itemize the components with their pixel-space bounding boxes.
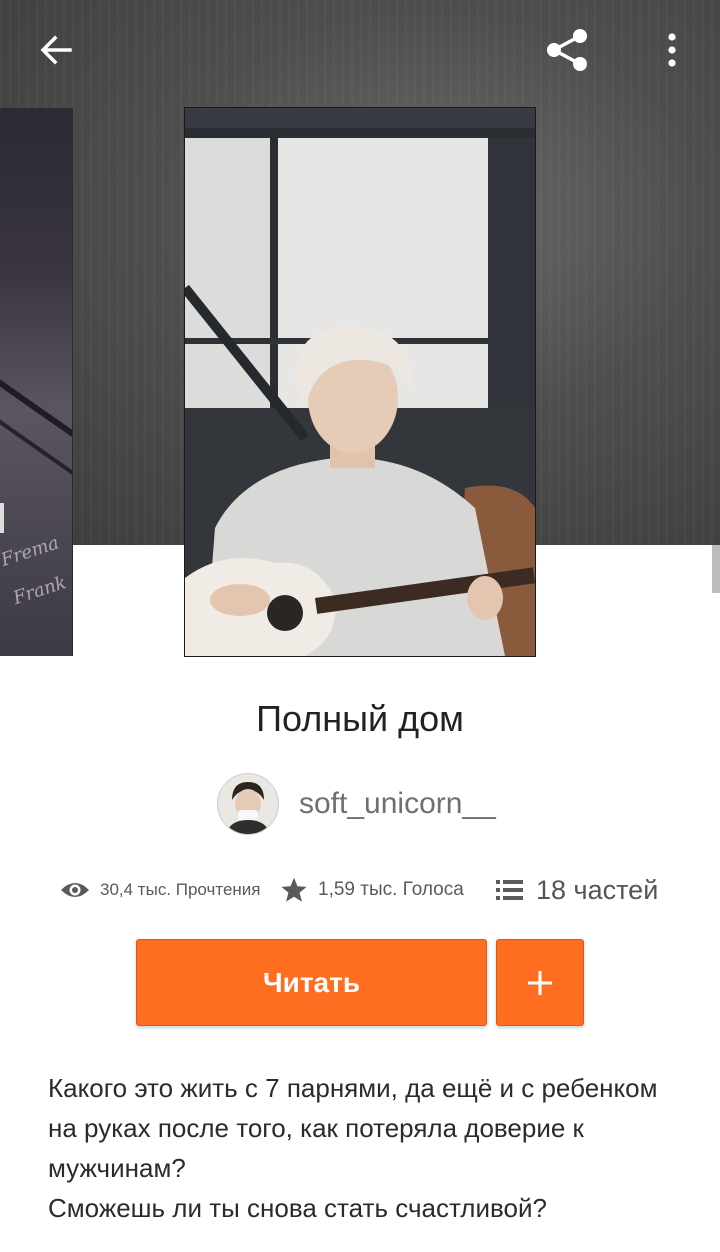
more-vertical-icon	[668, 33, 676, 67]
reads-stat: 30,4 тыс. Прочтения	[60, 866, 261, 914]
arrow-left-icon	[40, 35, 72, 65]
top-app-bar	[0, 0, 720, 100]
share-button[interactable]	[535, 18, 599, 82]
description-paragraph: Сможешь ли ты снова стать счастливой?	[48, 1193, 547, 1223]
cover-decoration	[0, 402, 72, 498]
story-cover-image[interactable]	[184, 107, 536, 657]
avatar[interactable]	[217, 773, 279, 835]
votes-stat: 1,59 тыс. Голоса	[280, 866, 464, 914]
votes-count: 1,59 тыс. Голоса	[318, 879, 464, 900]
author-avatar-image	[218, 774, 278, 834]
add-to-library-button[interactable]	[496, 939, 584, 1026]
more-options-button[interactable]	[640, 18, 704, 82]
plus-icon	[528, 970, 552, 995]
eye-icon	[61, 883, 89, 897]
cover-decoration	[0, 503, 4, 533]
parts-stat[interactable]: 18 частей	[496, 866, 658, 914]
star-icon	[281, 877, 307, 902]
author-name[interactable]: soft_unicorn__	[299, 787, 496, 821]
parts-count[interactable]: 18 частей	[536, 875, 658, 906]
cover-illustration	[185, 108, 535, 656]
reads-count: 30,4 тыс. Прочтения	[100, 880, 261, 899]
previous-story-cover[interactable]: Frema Frank	[0, 108, 73, 656]
list-icon	[496, 880, 523, 900]
back-button[interactable]	[24, 18, 88, 82]
cover-script-text: Frema Frank	[0, 532, 69, 609]
author-link[interactable]: soft_unicorn__	[217, 773, 496, 835]
scrollbar-thumb[interactable]	[712, 545, 720, 593]
story-title: Полный дом	[256, 698, 464, 739]
share-icon	[547, 29, 587, 71]
read-button[interactable]: Читать	[136, 939, 487, 1026]
story-stats: 30,4 тыс. Прочтения 1,59 тыс. Голоса 18 …	[0, 866, 720, 914]
description-paragraph: Какого это жить с 7 парнями, да ещё и с …	[48, 1073, 658, 1183]
story-description: Какого это жить с 7 парнями, да ещё и с …	[48, 1068, 688, 1228]
